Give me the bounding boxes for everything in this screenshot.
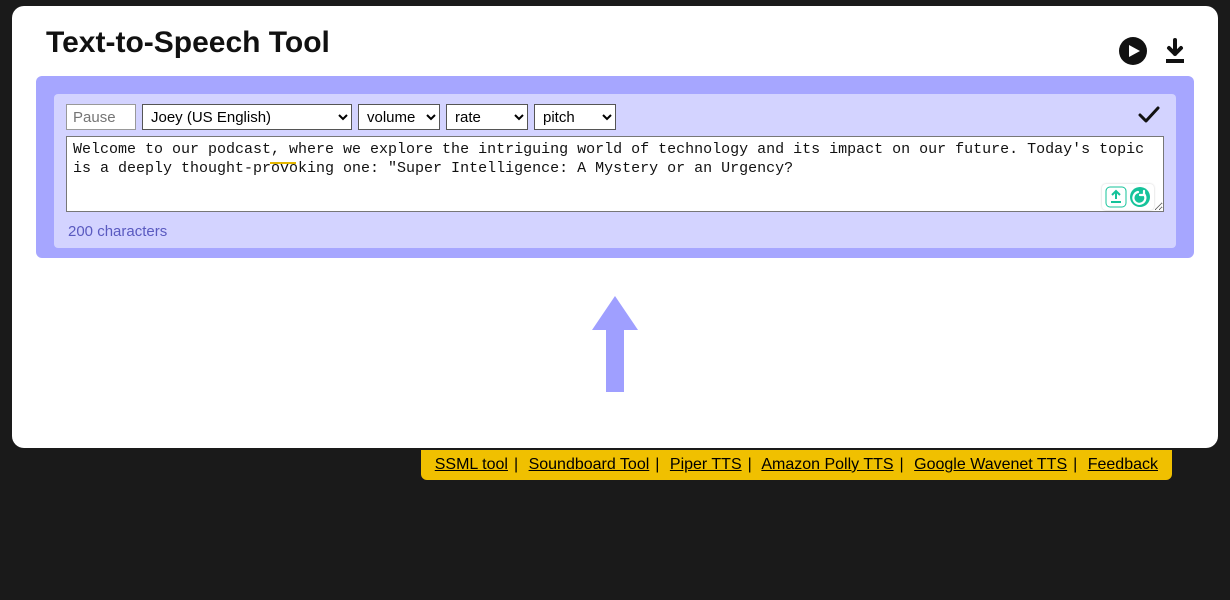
text-input[interactable] [66,136,1164,212]
footer-link-feedback[interactable]: Feedback [1088,456,1158,473]
footer-link-piper[interactable]: Piper TTS [670,456,742,473]
footer-link-ssml[interactable]: SSML tool [435,456,508,473]
rate-select[interactable]: rate [446,104,528,130]
footer-link-polly[interactable]: Amazon Polly TTS [761,456,893,473]
footer-link-wavenet[interactable]: Google Wavenet TTS [914,456,1067,473]
download-button[interactable] [1162,36,1188,71]
pitch-select[interactable]: pitch [534,104,616,130]
confirm-button[interactable] [1136,102,1162,133]
editor-panel-outer: Joey (US English) volume rate pitch [36,76,1194,258]
pause-input[interactable] [66,104,136,130]
play-button[interactable] [1118,36,1148,71]
footer-links-bar: SSML tool| Soundboard Tool| Piper TTS| A… [421,450,1172,480]
main-card: Text-to-Speech Tool Joey (US English) vo… [12,6,1218,448]
top-icons [1118,36,1188,71]
voice-select[interactable]: Joey (US English) [142,104,352,130]
page-title: Text-to-Speech Tool [46,26,1194,60]
character-counter: 200 characters [68,223,1164,240]
editor-panel-inner: Joey (US English) volume rate pitch [54,94,1176,248]
up-arrow-hint [590,296,640,401]
editor-toolbar: Joey (US English) volume rate pitch [66,104,1164,130]
volume-select[interactable]: volume [358,104,440,130]
footer-link-soundboard[interactable]: Soundboard Tool [529,456,650,473]
